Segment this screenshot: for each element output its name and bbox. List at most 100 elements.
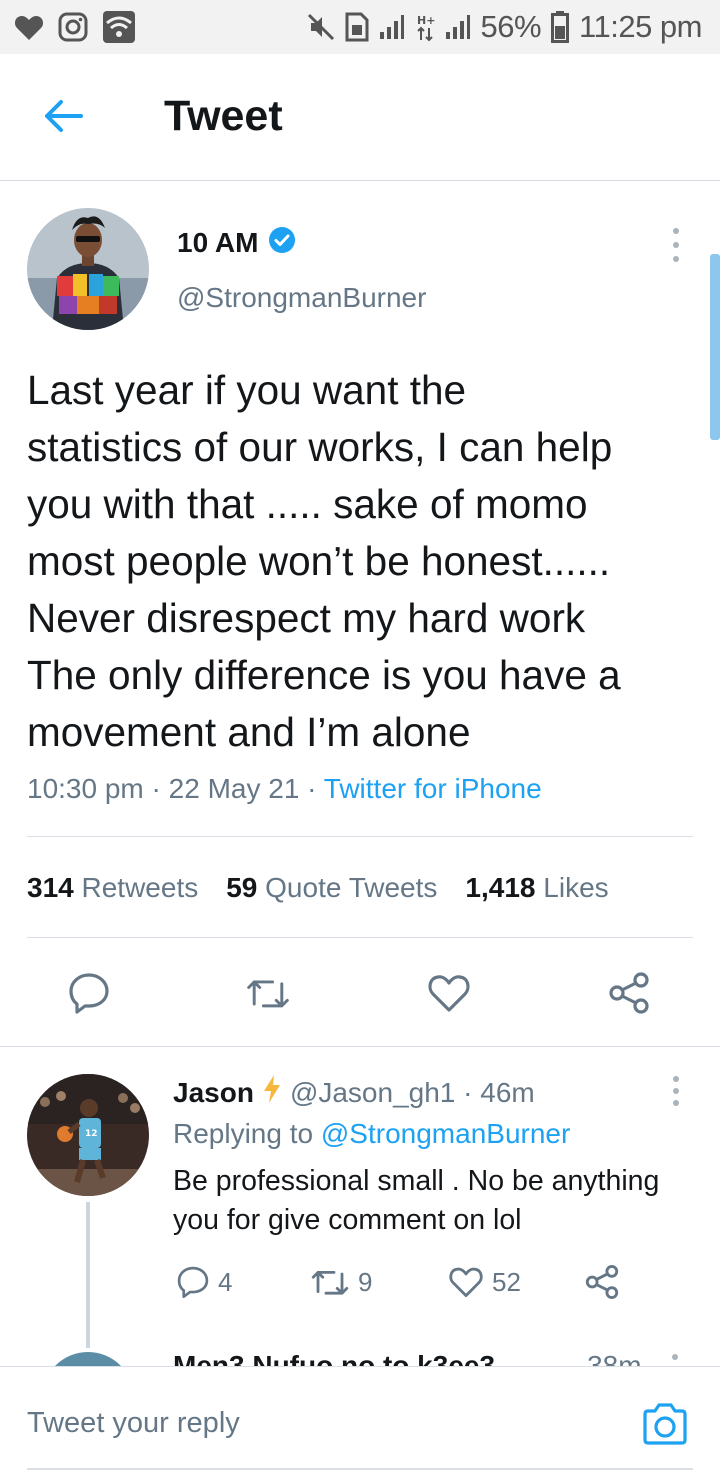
likes-label: Likes <box>543 872 609 903</box>
retweet-icon <box>247 980 289 1008</box>
more-dot <box>673 256 679 262</box>
status-bar-right: H+ 56% 11:25 pm <box>307 9 702 45</box>
signal-icon-2 <box>445 14 471 40</box>
replying-to: Replying to @StrongmanBurner <box>173 1118 570 1150</box>
reply-author-handle[interactable]: @Jason_gh1 · 46m <box>290 1077 535 1109</box>
tweet-actions <box>0 970 720 1016</box>
clock: 11:25 pm <box>579 9 702 44</box>
reply-retweet-count: 9 <box>358 1266 373 1297</box>
tweet-text-line: you with that ..... sake of momo <box>27 481 588 527</box>
likes-count: 1,418 <box>465 872 536 903</box>
more-dot <box>673 1100 679 1106</box>
tweet-text-line: movement and I’m alone <box>27 709 471 755</box>
svg-text:12: 12 <box>85 1129 98 1139</box>
back-button[interactable] <box>40 96 86 136</box>
reply-retweet-button[interactable]: 9 <box>310 1262 372 1302</box>
status-bar: H+ 56% 11:25 pm <box>0 0 720 54</box>
reply-author-avatar[interactable]: 12 <box>27 1074 149 1196</box>
author-handle[interactable]: @StrongmanBurner <box>177 282 426 314</box>
heart-icon <box>14 13 44 41</box>
more-dot <box>673 1088 679 1094</box>
share-icon <box>585 1265 619 1299</box>
reply-text-line: you for give comment on lol <box>173 1204 522 1236</box>
reply-author-name[interactable]: Jason <box>173 1077 254 1109</box>
more-options-button[interactable] <box>664 228 688 262</box>
divider <box>27 836 693 837</box>
share-icon <box>609 972 649 1014</box>
reply-text-line: Be professional small . No be anything <box>173 1165 660 1197</box>
reply-handle-text: @Jason_gh1 <box>289 1076 456 1108</box>
share-button[interactable] <box>606 970 652 1016</box>
like-button[interactable] <box>426 970 472 1016</box>
tweet-source-link[interactable]: Twitter for iPhone <box>324 773 542 804</box>
next-reply-time: · 38m <box>570 1350 642 1366</box>
heart-outline-icon <box>428 975 470 1012</box>
lightning-icon <box>262 1074 282 1111</box>
reply-sep: · <box>455 1076 481 1108</box>
quote-tweets-label: Quote Tweets <box>265 872 438 903</box>
hplus-icon: H+ <box>415 12 435 42</box>
reply-input[interactable]: Tweet your reply <box>27 1407 240 1440</box>
reply-time: 46m <box>480 1076 535 1108</box>
replying-prefix: Replying to <box>173 1118 321 1149</box>
retweets-label: Retweets <box>81 872 199 903</box>
next-reply-peek[interactable]: Men3 Nufuo no to k3ee3 · 38m <box>0 1340 720 1366</box>
reply-like-button[interactable]: 52 <box>448 1262 521 1302</box>
battery-percent: 56% <box>480 9 542 44</box>
mute-icon <box>307 13 335 41</box>
retweet-icon <box>311 1271 349 1295</box>
likes-stat[interactable]: 1,418 Likes <box>465 872 608 904</box>
reply-composer: Tweet your reply <box>0 1366 720 1480</box>
author-avatar[interactable] <box>27 208 149 330</box>
tweet-stats: 314 Retweets 59 Quote Tweets 1,418 Likes <box>27 872 609 904</box>
retweet-button[interactable] <box>245 970 291 1016</box>
instagram-icon <box>58 12 88 42</box>
reply-icon <box>69 973 109 1014</box>
reply-more-options-button[interactable] <box>664 1076 688 1106</box>
reply-text: Be professional small . No be anything y… <box>173 1162 693 1240</box>
next-reply-avatar <box>42 1352 134 1366</box>
tweet-text-line: Last year if you want the <box>27 367 466 413</box>
tweet-text-line: Never disrespect my hard work <box>27 595 586 641</box>
replying-to-handle[interactable]: @StrongmanBurner <box>321 1118 570 1149</box>
camera-icon <box>643 1403 687 1445</box>
reply-button[interactable] <box>66 970 112 1016</box>
verified-badge-icon <box>268 226 296 259</box>
tweet-time: 10:30 pm <box>27 773 144 804</box>
tweet-date: 22 May 21 <box>168 773 300 804</box>
battery-icon <box>551 11 570 43</box>
retweets-count: 314 <box>27 872 74 903</box>
divider <box>0 1046 720 1047</box>
heart-outline-icon <box>449 1267 483 1297</box>
sim-icon <box>345 12 369 42</box>
more-dot <box>673 242 679 248</box>
page-title: Tweet <box>164 92 283 140</box>
quote-tweets-stat[interactable]: 59 Quote Tweets <box>226 872 437 904</box>
back-arrow-icon <box>45 100 83 132</box>
reply-share-button[interactable] <box>584 1262 620 1302</box>
divider <box>27 937 693 938</box>
reply-reply-count: 4 <box>218 1266 233 1297</box>
tweet-text: Last year if you want the statistics of … <box>27 362 697 761</box>
author-display-name[interactable]: 10 AM <box>177 227 258 259</box>
composer-underline <box>27 1468 693 1470</box>
more-dot <box>673 1076 679 1082</box>
tweet-meta: 10:30 pm · 22 May 21 · Twitter for iPhon… <box>27 773 542 805</box>
meta-separator: · <box>143 773 169 804</box>
more-dot <box>673 228 679 234</box>
wifi-icon <box>102 10 136 44</box>
tweet-text-line: statistics of our works, I can help <box>27 424 613 470</box>
status-bar-left <box>14 10 136 44</box>
retweets-stat[interactable]: 314 Retweets <box>27 872 198 904</box>
camera-button[interactable] <box>640 1399 690 1449</box>
reply-reply-button[interactable]: 4 <box>176 1262 232 1302</box>
reply-icon <box>177 1266 209 1299</box>
tweet-text-line: most people won’t be honest...... <box>27 538 611 584</box>
svg-text:H+: H+ <box>417 14 435 27</box>
scroll-indicator[interactable] <box>710 254 720 440</box>
next-reply-author-name: Men3 Nufuo no to k3ee3 <box>173 1350 496 1366</box>
author-name-row: 10 AM <box>177 226 296 259</box>
quote-tweets-count: 59 <box>226 872 258 903</box>
meta-separator: · <box>299 773 324 804</box>
signal-icon <box>379 14 405 40</box>
